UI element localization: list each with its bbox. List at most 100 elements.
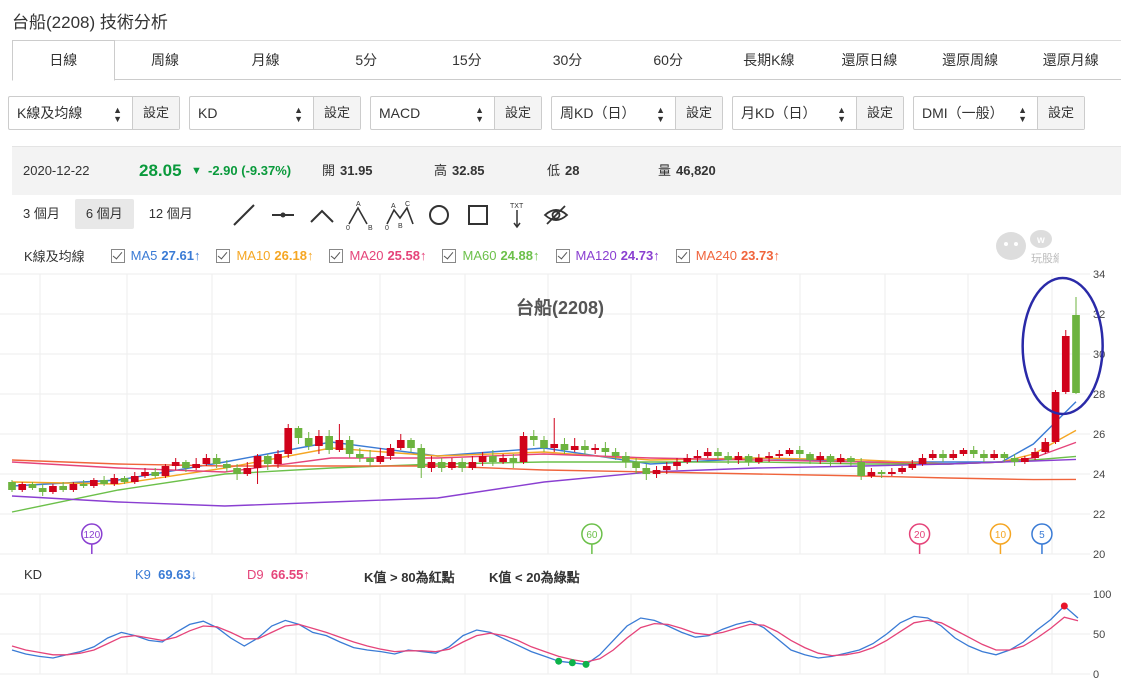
oversold-dot <box>568 659 576 667</box>
candle <box>816 456 825 460</box>
ma-name: MA240 <box>695 248 737 263</box>
text-tool-icon[interactable]: TXT <box>501 200 533 230</box>
logo-text: 玩股網 <box>1031 251 1059 265</box>
y-tick-label: 0 <box>1093 669 1099 681</box>
settings-button[interactable]: 設定 <box>313 97 360 129</box>
settings-button[interactable]: 設定 <box>1037 97 1084 129</box>
overbought-dot <box>1060 602 1068 610</box>
checkbox-icon[interactable] <box>675 248 690 263</box>
candle <box>1061 336 1070 392</box>
candle <box>939 454 947 458</box>
candle <box>949 454 958 458</box>
ma-toggle-ma60[interactable]: MA60 24.88↑ <box>442 248 540 263</box>
candle <box>253 456 262 468</box>
ma-value: 26.18↑ <box>274 248 314 263</box>
tab-8[interactable]: 還原日線 <box>819 40 920 79</box>
ma-toggle-ma120[interactable]: MA120 24.73↑ <box>555 248 660 263</box>
abcd-pattern-icon[interactable]: A C 0 B <box>384 200 416 230</box>
candle <box>673 462 681 466</box>
tab-2[interactable]: 月線 <box>215 40 316 79</box>
checkbox-icon[interactable] <box>442 248 457 263</box>
candle <box>182 462 190 468</box>
range-6m-button[interactable]: 6 個月 <box>74 199 134 229</box>
candle <box>928 454 937 458</box>
candle <box>826 456 835 462</box>
indicator-dropdown[interactable]: DMI（一般） ▲ ▼ <box>914 97 1037 129</box>
candle <box>376 456 385 462</box>
candle <box>49 486 57 492</box>
candle <box>468 462 477 468</box>
candle <box>69 484 78 490</box>
hline-tool-icon[interactable] <box>267 200 299 230</box>
ma-toggle-ma10[interactable]: MA10 26.18↑ <box>216 248 313 263</box>
candlestick-chart[interactable]: 2022242628303234台船(2208)120 60 20 10 5 <box>0 268 1135 558</box>
indicator-dropdown[interactable]: KD ▲ ▼ <box>190 97 313 129</box>
indicator-dropdown[interactable]: 周KD（日） ▲ ▼ <box>552 97 675 129</box>
down-arrow-icon: ▼ <box>191 165 202 177</box>
ma-value: 24.73↑ <box>620 248 660 263</box>
checkbox-icon[interactable] <box>555 248 570 263</box>
tab-1[interactable]: 周線 <box>114 40 216 79</box>
candle <box>171 462 180 466</box>
tab-0[interactable]: 日線 <box>12 40 115 81</box>
tab-5[interactable]: 30分 <box>517 40 618 79</box>
dropdown-value: KD <box>198 105 218 121</box>
candle <box>18 484 27 490</box>
tab-3[interactable]: 5分 <box>315 40 417 79</box>
abc-pattern-icon[interactable]: A 0 B <box>345 200 377 230</box>
ma-marker-label: 10 <box>995 530 1007 541</box>
indicator-dropdown[interactable]: 月KD（日） ▲ ▼ <box>733 97 856 129</box>
tab-7[interactable]: 長期K線 <box>718 40 820 79</box>
settings-button[interactable]: 設定 <box>675 97 722 129</box>
checkbox-icon[interactable] <box>110 248 125 263</box>
svg-text:B: B <box>368 225 373 230</box>
candle <box>356 454 364 458</box>
volume-value: 46,820 <box>676 163 716 178</box>
quote-price: 28.05 <box>139 161 182 180</box>
svg-text:TXT: TXT <box>510 203 524 210</box>
candle <box>325 436 333 450</box>
settings-button[interactable]: 設定 <box>856 97 903 129</box>
checkbox-icon[interactable] <box>329 248 344 263</box>
ma-toggle-ma20[interactable]: MA20 25.58↑ <box>329 248 426 263</box>
candle <box>509 458 518 462</box>
ma-value: 27.61↑ <box>161 248 201 263</box>
dropdown-value: MACD <box>379 105 421 121</box>
candle <box>683 458 692 462</box>
candle <box>1072 315 1080 393</box>
rectangle-tool-icon[interactable] <box>462 200 494 230</box>
tab-9[interactable]: 還原周線 <box>919 40 1021 79</box>
settings-button[interactable]: 設定 <box>494 97 541 129</box>
settings-button[interactable]: 設定 <box>132 97 179 129</box>
range-buttons: 3 個月 6 個月 12 個月 <box>12 199 204 229</box>
y-tick-label: 28 <box>1093 389 1105 401</box>
candle <box>1010 458 1019 462</box>
tab-4[interactable]: 15分 <box>416 40 518 79</box>
candle <box>836 458 845 462</box>
indicator-select-2: MACD ▲ ▼ 設定 <box>370 96 542 130</box>
candle <box>969 450 978 454</box>
ma-value: 24.88↑ <box>500 248 540 263</box>
chart-title: 台船(2208) <box>516 297 604 318</box>
ma-toggle-ma240[interactable]: MA240 23.73↑ <box>675 248 780 263</box>
tab-6[interactable]: 60分 <box>617 40 719 79</box>
circle-tool-icon[interactable] <box>423 200 455 230</box>
candle <box>79 484 88 486</box>
range-3m-button[interactable]: 3 個月 <box>12 199 71 229</box>
ma-toggle-ma5[interactable]: MA5 27.61↑ <box>110 248 201 263</box>
candle <box>622 456 630 462</box>
indicator-dropdown[interactable]: K線及均線 ▲ ▼ <box>9 97 132 129</box>
page-title: 台船(2208) 技術分析 <box>12 13 168 32</box>
kd-chart[interactable]: 0 50 100 <box>0 590 1135 684</box>
line-tool-icon[interactable] <box>228 200 260 230</box>
indicator-dropdown[interactable]: MACD ▲ ▼ <box>371 97 494 129</box>
wedge-tool-icon[interactable] <box>306 200 338 230</box>
tab-10[interactable]: 還原月線 <box>1020 40 1122 79</box>
hide-drawings-icon[interactable] <box>540 200 572 230</box>
candle <box>703 452 712 456</box>
range-12m-button[interactable]: 12 個月 <box>138 199 204 229</box>
svg-text:0: 0 <box>385 225 389 230</box>
candle <box>1000 454 1009 458</box>
checkbox-icon[interactable] <box>216 248 231 263</box>
candle <box>1031 452 1039 458</box>
